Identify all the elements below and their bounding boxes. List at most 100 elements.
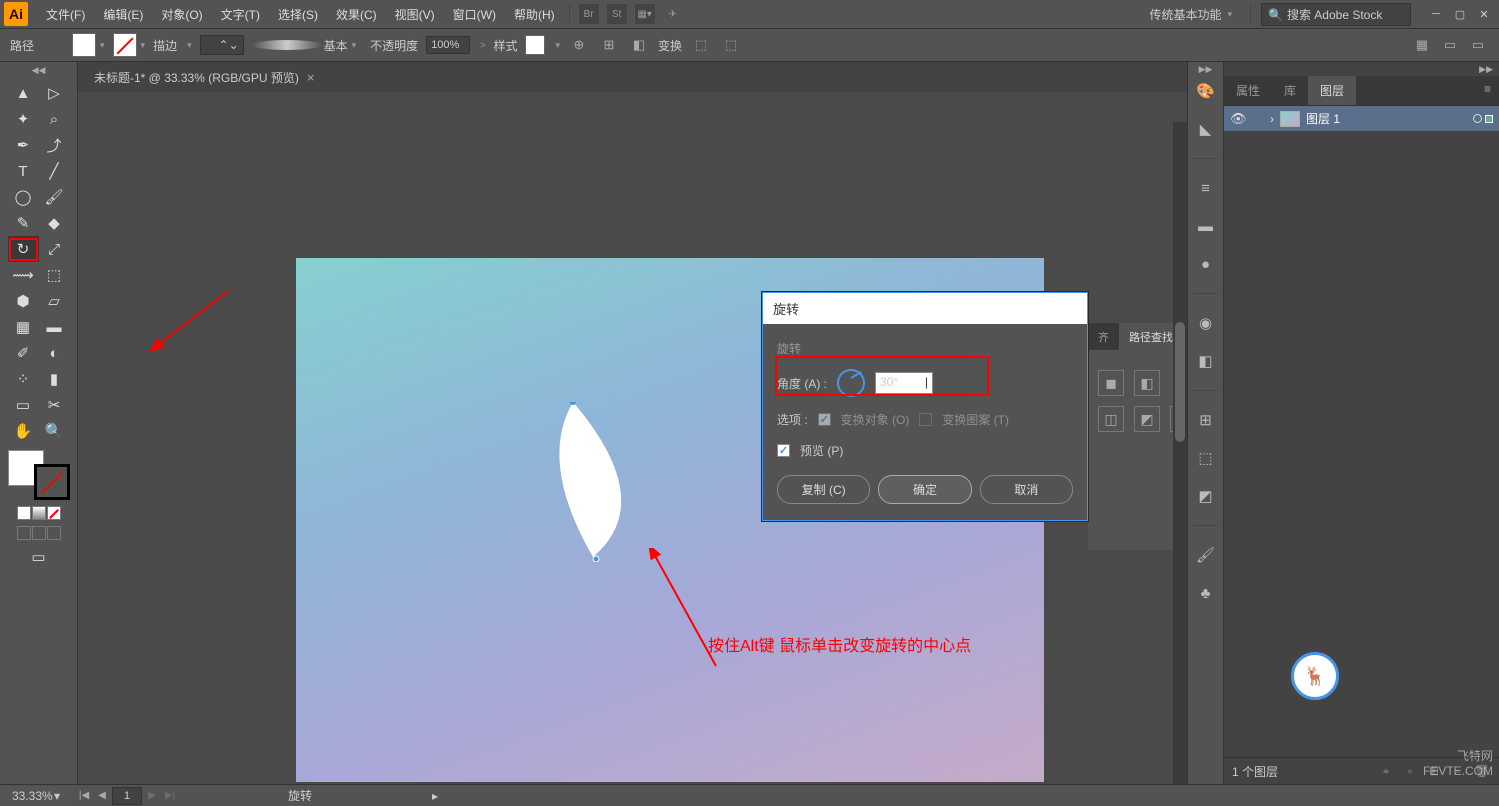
first-artboard[interactable]: |◀ (76, 789, 92, 803)
stroke-weight[interactable]: ⌃⌄ (200, 35, 244, 55)
gradient-tool[interactable]: ▬ (39, 314, 70, 340)
symbols-icon[interactable]: ♣ (1195, 582, 1217, 604)
align-panel-icon[interactable]: ⊞ (1195, 409, 1217, 431)
close-tab-icon[interactable]: × (307, 70, 315, 85)
cancel-button[interactable]: 取消 (980, 475, 1073, 504)
gradient-mode[interactable] (32, 506, 46, 520)
graphic-styles-icon[interactable]: ◧ (1195, 350, 1217, 372)
search-input[interactable]: 🔍搜索 Adobe Stock (1261, 3, 1411, 26)
curvature-tool[interactable]: ⤴ (39, 132, 70, 158)
pf-divide[interactable]: ◫ (1098, 406, 1124, 432)
artboard-tool[interactable]: ▭ (8, 392, 39, 418)
stroke-swatch[interactable] (113, 33, 137, 57)
brushes-icon[interactable]: 🖌 (1195, 544, 1217, 566)
lasso-tool[interactable]: ⌕ (39, 106, 70, 132)
menu-type[interactable]: 文字(T) (213, 2, 268, 27)
panel-icon-3[interactable]: ▭ (1467, 34, 1489, 56)
close-button[interactable]: ✕ (1473, 5, 1495, 23)
menu-view[interactable]: 视图(V) (387, 2, 443, 27)
shaper-tool[interactable]: ✎ (8, 210, 39, 236)
libraries-tab[interactable]: 库 (1272, 76, 1308, 105)
shape-builder-tool[interactable]: ⬢ (8, 288, 39, 314)
leaf-shape[interactable] (538, 402, 668, 562)
fill-swatch[interactable] (72, 33, 96, 57)
draw-inside[interactable] (47, 526, 61, 540)
gradient-panel-icon[interactable]: ▬ (1195, 215, 1217, 237)
pf-minus-front[interactable]: ◧ (1134, 370, 1160, 396)
stroke-panel-icon[interactable]: ≡ (1195, 177, 1217, 199)
draw-normal[interactable] (17, 526, 31, 540)
menu-file[interactable]: 文件(F) (38, 2, 93, 27)
make-clip-icon[interactable]: ▫ (1401, 762, 1419, 780)
align-tab[interactable]: 齐 (1088, 323, 1119, 351)
isolate-icon[interactable]: ⬚ (690, 34, 712, 56)
symbol-sprayer-tool[interactable]: ⁘ (8, 366, 39, 392)
type-tool[interactable]: T (8, 158, 39, 184)
pf-trim[interactable]: ◩ (1134, 406, 1160, 432)
document-tab[interactable]: 未标题-1* @ 33.33% (RGB/GPU 预览) × (84, 63, 325, 92)
slice-tool[interactable]: ✂ (39, 392, 70, 418)
angle-dial[interactable] (837, 369, 865, 397)
appearance-icon[interactable]: ◉ (1195, 312, 1217, 334)
hand-tool[interactable]: ✋ (8, 418, 39, 444)
strip-expand[interactable]: ▶▶ (1199, 64, 1213, 75)
layers-tab[interactable]: 图层 (1308, 76, 1356, 105)
locate-icon[interactable]: ⌖ (1377, 762, 1395, 780)
mesh-tool[interactable]: ▦ (8, 314, 39, 340)
copy-button[interactable]: 复制 (C) (777, 475, 870, 504)
panel-icon-1[interactable]: ▦ (1411, 34, 1433, 56)
eraser-tool[interactable]: ◆ (39, 210, 70, 236)
zoom-tool[interactable]: 🔍 (39, 418, 70, 444)
last-artboard[interactable]: ▶| (162, 789, 178, 803)
magic-wand-tool[interactable]: ✦ (8, 106, 39, 132)
maximize-button[interactable]: ▢ (1449, 5, 1471, 23)
menu-window[interactable]: 窗口(W) (445, 2, 504, 27)
edit-icon[interactable]: ⬚ (720, 34, 742, 56)
layer-row[interactable]: 👁 › 图层 1 (1224, 106, 1499, 131)
bridge-icon[interactable]: Br (578, 3, 600, 25)
panel-icon-2[interactable]: ▭ (1439, 34, 1461, 56)
prev-artboard[interactable]: ◀ (94, 789, 110, 803)
properties-tab[interactable]: 属性 (1224, 76, 1272, 105)
fill-stroke-selector[interactable] (8, 450, 70, 500)
artboard-number[interactable]: 1 (112, 787, 142, 805)
screen-mode[interactable]: ▭ (23, 544, 54, 570)
menu-select[interactable]: 选择(S) (270, 2, 326, 27)
selection-tool[interactable]: ▲ (8, 80, 39, 106)
zoom-level[interactable]: 33.33% ▾ (6, 787, 66, 805)
panel-menu-icon[interactable]: ≡ (1476, 76, 1499, 105)
next-artboard[interactable]: ▶ (144, 789, 160, 803)
menu-effect[interactable]: 效果(C) (328, 2, 385, 27)
toolbox-collapse[interactable]: ◀◀ (0, 64, 77, 76)
align-icon[interactable]: ⊞ (598, 34, 620, 56)
panel-collapse[interactable]: ▶▶ (1224, 62, 1499, 76)
rotate-tool[interactable]: ↻ (8, 236, 39, 262)
vertical-scrollbar[interactable] (1173, 122, 1187, 784)
none-mode[interactable] (47, 506, 61, 520)
blend-tool[interactable]: ◐ (39, 340, 70, 366)
pen-tool[interactable]: ✒ (8, 132, 39, 158)
workspace-switcher[interactable]: 传统基本功能▾ (1141, 4, 1240, 25)
canvas[interactable]: 按住Alt键 鼠标单击改变旋转的中心点 齐 路径查找器 » ≡ ◼ ◧ 扩展 ◫… (78, 92, 1187, 784)
angle-input[interactable]: 30°| (875, 372, 933, 394)
stock-icon[interactable]: St (606, 3, 628, 25)
eyedropper-tool[interactable]: ✐ (8, 340, 39, 366)
target-icon[interactable] (1473, 114, 1482, 123)
transform-panel-icon[interactable]: ⬚ (1195, 447, 1217, 469)
preview-checkbox[interactable]: ✓ (777, 444, 790, 457)
column-graph-tool[interactable]: ▮ (39, 366, 70, 392)
gpu-icon[interactable]: ✈ (662, 3, 684, 25)
pf-unite[interactable]: ◼ (1098, 370, 1124, 396)
color-mode[interactable] (17, 506, 31, 520)
paintbrush-tool[interactable]: 🖌 (39, 184, 70, 210)
menu-object[interactable]: 对象(O) (153, 2, 210, 27)
recolor-icon[interactable]: ⊕ (568, 34, 590, 56)
menu-help[interactable]: 帮助(H) (506, 2, 563, 27)
draw-behind[interactable] (32, 526, 46, 540)
menu-edit[interactable]: 编辑(E) (95, 2, 151, 27)
width-tool[interactable]: ⟿ (8, 262, 39, 288)
stroke-color[interactable] (34, 464, 70, 500)
transparency-icon[interactable]: ● (1195, 253, 1217, 275)
color-guide-icon[interactable]: ◣ (1195, 118, 1217, 140)
arrange-docs-icon[interactable]: ▦▾ (634, 3, 656, 25)
